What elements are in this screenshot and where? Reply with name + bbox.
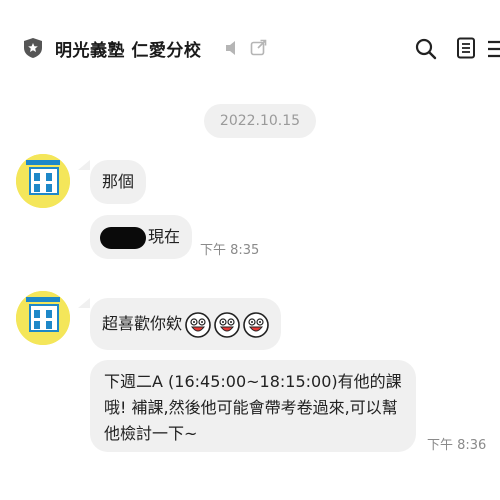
bubble-tail	[78, 298, 90, 308]
notes-icon[interactable]	[456, 37, 476, 59]
chat-title: 明光義塾 仁愛分校	[55, 41, 202, 61]
message-text: 超喜歡你欸	[102, 314, 183, 333]
bubble-tail	[78, 160, 90, 170]
shield-icon	[24, 38, 42, 58]
laughing-emoji-icon	[243, 311, 269, 338]
message-time: 下午 8:36	[427, 438, 487, 453]
chat-header: 明光義塾 仁愛分校	[0, 0, 500, 90]
avatar[interactable]	[16, 154, 70, 208]
message-bubble[interactable]: 超喜歡你欸	[90, 298, 282, 350]
external-link-icon[interactable]	[250, 39, 267, 56]
avatar[interactable]	[16, 291, 70, 345]
laughing-emoji-icon	[185, 311, 211, 338]
message-bubble[interactable]: 那個	[90, 160, 147, 204]
laughing-emoji-icon	[214, 311, 240, 338]
message-text: 那個	[102, 172, 135, 191]
message-text: 現在	[148, 227, 181, 246]
message-time: 下午 8:35	[200, 243, 260, 258]
school-logo-icon	[16, 291, 70, 345]
message-text: 下週二A (16:45:00~18:15:00)有他的課哦! 補課,然後他可能會…	[104, 372, 402, 443]
redacted-block	[100, 226, 146, 249]
date-separator: 2022.10.15	[204, 104, 316, 138]
menu-icon[interactable]	[488, 40, 500, 58]
message-bubble[interactable]: 現在	[90, 215, 193, 259]
school-logo-icon	[16, 154, 70, 208]
mute-icon	[226, 41, 235, 55]
message-bubble[interactable]: 下週二A (16:45:00~18:15:00)有他的課哦! 補課,然後他可能會…	[90, 360, 416, 452]
search-icon[interactable]	[415, 38, 437, 60]
